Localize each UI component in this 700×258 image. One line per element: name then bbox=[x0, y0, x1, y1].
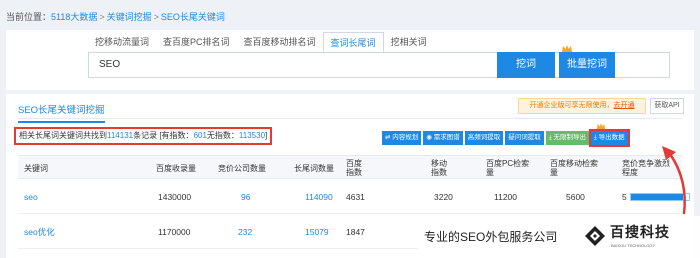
search-panel: 挖移动流量词 查百度PC排名词 查百度移动排名词 查词长尾词 挖相关词 挖词 批… bbox=[6, 30, 694, 90]
summary-text: 相关长尾词关键词共找到 bbox=[19, 131, 107, 140]
summary-with-index: 601 bbox=[193, 131, 207, 140]
col-mobile-search[interactable]: 百度移动检索量 bbox=[550, 156, 598, 180]
search-bar: 挖词 批量挖词 bbox=[88, 45, 670, 78]
demand-graph-button[interactable]: ◉ 需求图谱 bbox=[423, 131, 463, 145]
baidu-index: 4631 bbox=[346, 192, 365, 202]
watermark-brand: 百搜科技 bbox=[610, 224, 670, 240]
batch-search-button[interactable]: 批量挖词 bbox=[559, 52, 615, 78]
tab-baidu-mobile-rank[interactable]: 查百度移动排名词 bbox=[237, 32, 323, 52]
col-longtail-count[interactable]: 长尾词数量 bbox=[294, 156, 334, 180]
summary-total: 114131 bbox=[107, 131, 134, 140]
baidu-index: 1847 bbox=[346, 227, 365, 237]
mobile-search-volume: 5600 bbox=[566, 192, 585, 202]
divider bbox=[18, 118, 682, 119]
tab-related[interactable]: 挖相关词 bbox=[384, 32, 434, 52]
tab-longtail[interactable]: 查词长尾词 bbox=[322, 32, 384, 52]
baidu-index-count: 1170000 bbox=[158, 227, 191, 237]
bid-companies-link[interactable]: 232 bbox=[238, 215, 252, 249]
summary-without-index: 113530 bbox=[238, 131, 266, 140]
enterprise-promo: 开通企业版可享无限使用，去开通 bbox=[518, 98, 646, 114]
promo-text: 开通企业版可享无限使用， bbox=[529, 102, 614, 109]
col-baidu-index-count[interactable]: 百度收录量 bbox=[156, 156, 196, 180]
eye-icon: ◉ bbox=[426, 134, 434, 141]
button-label: 导出数据 bbox=[598, 134, 625, 141]
section-title: SEO长尾关键词挖掘 bbox=[18, 102, 105, 123]
summary-text: 条记录 [有指数： bbox=[133, 131, 194, 140]
col-keyword[interactable]: 关键词 bbox=[24, 156, 48, 180]
breadcrumb-sep: > bbox=[99, 12, 105, 22]
col-baidu-index[interactable]: 百度指数 bbox=[346, 156, 368, 180]
tab-bar: 挖移动流量词 查百度PC排名词 查百度移动排名词 查词长尾词 挖相关词 bbox=[88, 32, 434, 52]
breadcrumb-link-seo-longtail[interactable]: SEO长尾关键词 bbox=[161, 12, 225, 22]
longtail-count-link[interactable]: 15079 bbox=[305, 215, 329, 249]
unlimited-export-button[interactable]: ⤓ 无限制导出 bbox=[545, 131, 589, 145]
search-input[interactable] bbox=[99, 53, 479, 77]
result-summary: 相关长尾词关键词共找到114131条记录 [有指数：601无指数：113530] bbox=[14, 127, 273, 145]
summary-text: 无指数： bbox=[206, 131, 239, 140]
competition-value: 5 bbox=[622, 192, 627, 202]
bid-companies-link[interactable]: 96 bbox=[241, 180, 250, 214]
breadcrumb: 当前位置：5118大数据 > 关键词挖掘 > SEO长尾关键词 bbox=[6, 10, 225, 23]
baidu-index-count: 1430000 bbox=[158, 192, 192, 202]
tab-mobile-traffic[interactable]: 挖移动流量词 bbox=[88, 32, 156, 52]
col-mobile-index[interactable]: 移动指数 bbox=[431, 156, 453, 180]
high-freq-extract-button[interactable]: 高频词提取 bbox=[464, 131, 504, 145]
search-button[interactable]: 挖词 bbox=[497, 52, 555, 78]
get-api-button[interactable]: 获取API bbox=[650, 98, 684, 114]
breadcrumb-prefix: 当前位置： bbox=[6, 12, 52, 22]
pc-search-volume: 11200 bbox=[494, 192, 518, 202]
keyword-link[interactable]: seo优化 bbox=[24, 215, 55, 249]
watermark: 专业的SEO外包服务公司 百搜科技 BAISOU TECHNOLOGY bbox=[418, 216, 700, 258]
table-header: 关键词 百度收录量 竞价公司数量 长尾词数量 百度指数 移动指数 百度PC检索量… bbox=[18, 155, 682, 179]
keyword-link[interactable]: seo bbox=[24, 180, 38, 214]
promo-link[interactable]: 去开通 bbox=[614, 102, 635, 109]
breadcrumb-link-keyword-mining[interactable]: 关键词挖掘 bbox=[107, 12, 152, 22]
table-row: seo 1430000 96 114090 4631 3220 11200 56… bbox=[18, 180, 690, 214]
watermark-sub: BAISOU TECHNOLOGY bbox=[611, 243, 656, 248]
breadcrumb-link-5118[interactable]: 5118大数据 bbox=[51, 12, 97, 22]
watermark-text: 专业的SEO外包服务公司 bbox=[424, 230, 558, 244]
breadcrumb-sep: > bbox=[153, 12, 159, 22]
button-label: 内容规划 bbox=[392, 134, 419, 141]
col-bid-companies[interactable]: 竞价公司数量 bbox=[218, 156, 266, 180]
mobile-index: 3220 bbox=[434, 192, 453, 202]
export-data-button[interactable]: ⤓ 导出数据 bbox=[588, 129, 630, 147]
annotation-arrow bbox=[662, 146, 686, 215]
content-plan-button[interactable]: ⇄ 内容规划 bbox=[382, 131, 422, 145]
brand-logo-icon bbox=[585, 226, 605, 246]
tab-baidu-pc-rank[interactable]: 查百度PC排名词 bbox=[156, 32, 237, 52]
button-label: 无限制导出 bbox=[553, 134, 586, 141]
col-pc-search[interactable]: 百度PC检索量 bbox=[486, 156, 530, 180]
summary-text: ] bbox=[265, 131, 268, 140]
action-toolbar: ⇄ 内容规划 ◉ 需求图谱 高频词提取 疑问词提取 ⤓ 无限制导出 ⤓ 导出数据 bbox=[382, 129, 630, 147]
question-extract-button[interactable]: 疑问词提取 bbox=[505, 131, 544, 145]
button-label: 需求图谱 bbox=[433, 134, 460, 141]
longtail-count-link[interactable]: 114090 bbox=[305, 180, 333, 214]
